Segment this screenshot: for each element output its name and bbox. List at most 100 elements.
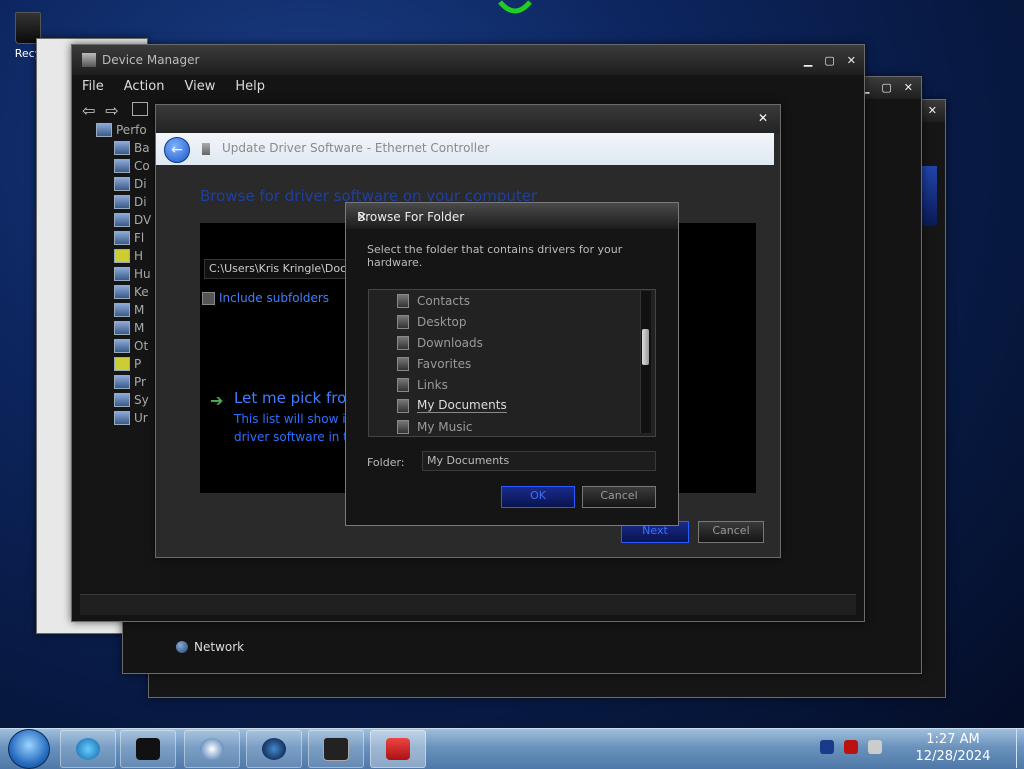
close-icon[interactable]: ✕ bbox=[758, 111, 768, 125]
include-subfolders-label: Include subfolders bbox=[219, 291, 330, 305]
menu-help[interactable]: Help bbox=[225, 77, 275, 99]
taskbar-button-monitor[interactable] bbox=[308, 730, 364, 768]
device-manager-icon bbox=[82, 53, 96, 67]
path-input[interactable]: C:\Users\Kris Kringle\Docu bbox=[204, 259, 346, 279]
tree-item[interactable]: Co bbox=[114, 157, 160, 175]
tree-item[interactable]: Ur bbox=[114, 409, 160, 427]
folder-item-desktop[interactable]: Desktop bbox=[397, 311, 467, 332]
downloads-icon bbox=[397, 335, 409, 350]
network-icon bbox=[176, 641, 188, 653]
tree-item[interactable]: Ba bbox=[114, 139, 160, 157]
battery-icon bbox=[114, 141, 130, 155]
title-bar[interactable]: ✕ bbox=[156, 105, 780, 133]
tree-item[interactable]: H bbox=[114, 247, 160, 265]
computer-icon bbox=[96, 123, 112, 137]
tree-root[interactable]: Perfo bbox=[80, 121, 160, 139]
processor-icon bbox=[114, 375, 130, 389]
dvd-icon bbox=[114, 213, 130, 227]
show-desktop-button[interactable] bbox=[1016, 728, 1024, 768]
back-button[interactable]: ← bbox=[164, 137, 190, 163]
links-icon bbox=[397, 377, 409, 392]
dialog-title-bar[interactable]: Browse For Folder ✕ bbox=[346, 203, 678, 229]
close-icon[interactable]: ✕ bbox=[847, 54, 856, 67]
volume-icon[interactable] bbox=[868, 740, 882, 754]
ok-button[interactable]: OK bbox=[501, 486, 575, 508]
tree-item[interactable]: DV bbox=[114, 211, 160, 229]
menu-view[interactable]: View bbox=[174, 77, 225, 99]
toolbox-icon bbox=[386, 738, 410, 760]
globe-icon bbox=[262, 738, 286, 760]
taskbar-button-media-center[interactable] bbox=[120, 730, 176, 768]
taskbar-button-toolbox[interactable] bbox=[370, 730, 426, 768]
system-icon bbox=[114, 393, 130, 407]
tree-item[interactable]: M bbox=[114, 319, 160, 337]
network-label: Network bbox=[194, 640, 245, 654]
wizard-header: ← Update Driver Software - Ethernet Cont… bbox=[156, 133, 774, 165]
taskbar-button-globe[interactable] bbox=[246, 730, 302, 768]
checkbox-icon bbox=[202, 291, 215, 305]
tree-item[interactable]: P bbox=[114, 355, 160, 373]
folder-item-my-music[interactable]: My Music bbox=[397, 416, 472, 437]
taskbar-button-ie[interactable] bbox=[60, 730, 116, 768]
display-icon bbox=[114, 195, 130, 209]
warning-icon bbox=[114, 249, 130, 263]
tree-item[interactable]: Hu bbox=[114, 265, 160, 283]
back-arrow-icon[interactable]: ⇦ bbox=[82, 101, 95, 120]
menu-file[interactable]: File bbox=[72, 77, 114, 99]
network-item[interactable]: Network bbox=[176, 640, 244, 654]
menu-action[interactable]: Action bbox=[114, 77, 175, 99]
shield-icon[interactable] bbox=[820, 740, 834, 754]
minimize-icon[interactable]: ▁ bbox=[804, 54, 812, 67]
dialog-message: Select the folder that contains drivers … bbox=[367, 243, 623, 269]
close-icon[interactable]: ✕ bbox=[357, 210, 666, 224]
menu-bar: File Action View Help bbox=[72, 77, 864, 99]
tree-item[interactable]: Ke bbox=[114, 283, 160, 301]
folder-item-links[interactable]: Links bbox=[397, 374, 448, 395]
folder-input[interactable]: My Documents bbox=[422, 451, 656, 471]
let-me-pick-link[interactable]: Let me pick fron bbox=[234, 389, 356, 407]
network-adapter-icon bbox=[202, 143, 210, 155]
cancel-button[interactable]: Cancel bbox=[698, 521, 764, 543]
favorites-icon bbox=[397, 356, 409, 371]
tree-item[interactable]: Sy bbox=[114, 391, 160, 409]
maximize-icon[interactable]: ▢ bbox=[824, 54, 834, 67]
scrollbar-thumb[interactable] bbox=[642, 329, 649, 365]
tree-item[interactable]: Fl bbox=[114, 229, 160, 247]
folder-item-favorites[interactable]: Favorites bbox=[397, 353, 471, 374]
let-me-pick-description: This list will show in driver software i… bbox=[234, 412, 356, 444]
forward-arrow-icon[interactable]: ⇨ bbox=[105, 101, 118, 120]
properties-icon[interactable] bbox=[132, 102, 149, 116]
title-bar[interactable]: Device Manager ▁ ▢ ✕ bbox=[72, 45, 864, 75]
clock[interactable]: 1:27 AM 12/28/2024 bbox=[896, 731, 1010, 765]
ie-icon bbox=[76, 738, 100, 760]
keyboard-icon bbox=[114, 285, 130, 299]
other-devices-icon bbox=[114, 339, 130, 353]
documents-icon bbox=[397, 398, 409, 413]
usb-icon bbox=[114, 411, 130, 425]
folder-item-my-documents[interactable]: My Documents bbox=[397, 395, 507, 416]
window-title: Device Manager bbox=[102, 53, 200, 67]
warning-icon bbox=[114, 357, 130, 371]
computer-icon bbox=[114, 159, 130, 173]
tree-item[interactable]: Ot bbox=[114, 337, 160, 355]
music-icon bbox=[397, 419, 409, 434]
cancel-button[interactable]: Cancel bbox=[582, 486, 656, 508]
taskbar-button-media-player[interactable] bbox=[184, 730, 240, 768]
folder-item-downloads[interactable]: Downloads bbox=[397, 332, 483, 353]
tree-item[interactable]: Pr bbox=[114, 373, 160, 391]
tree-item[interactable]: Di bbox=[114, 193, 160, 211]
tree-item[interactable]: M bbox=[114, 301, 160, 319]
mouse-icon bbox=[114, 303, 130, 317]
folder-item-contacts[interactable]: Contacts bbox=[397, 290, 470, 311]
back-arrow-icon: ← bbox=[171, 142, 183, 158]
device-tree: Perfo Ba Co Di Di DV Fl H Hu Ke M M Ot P… bbox=[80, 121, 160, 591]
monitor-icon bbox=[114, 321, 130, 335]
flag-icon[interactable] bbox=[844, 740, 858, 754]
media-center-icon bbox=[136, 738, 160, 760]
hid-icon bbox=[114, 267, 130, 281]
include-subfolders-checkbox[interactable]: Include subfolders bbox=[202, 291, 329, 305]
start-button[interactable] bbox=[8, 729, 50, 769]
tree-item[interactable]: Di bbox=[114, 175, 160, 193]
status-bar bbox=[80, 594, 856, 615]
folder-tree: Contacts Desktop Downloads Favorites Lin… bbox=[368, 289, 656, 437]
